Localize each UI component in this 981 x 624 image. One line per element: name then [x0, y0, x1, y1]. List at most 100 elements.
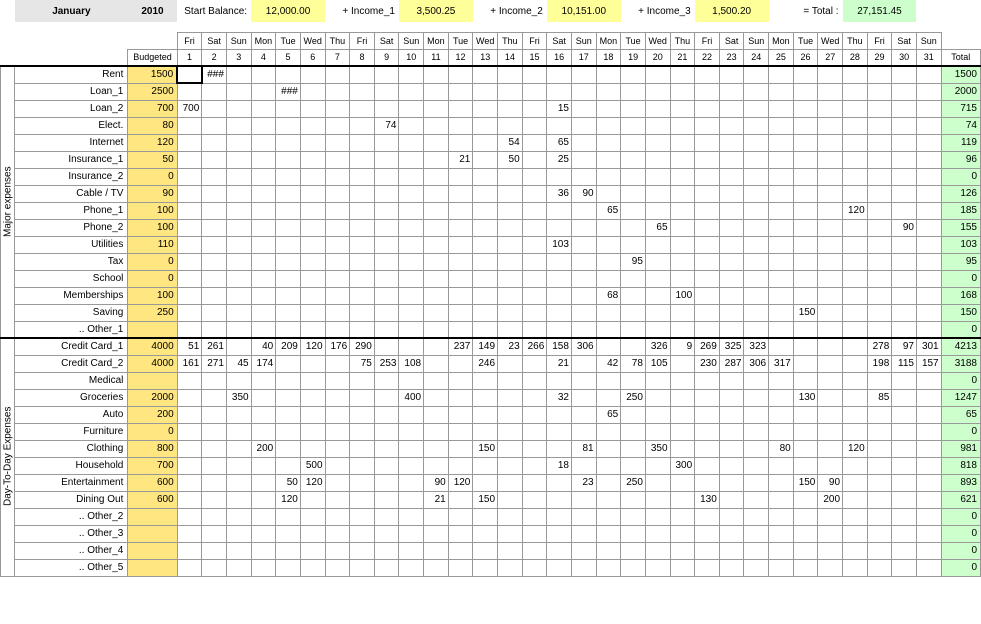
day-cell[interactable]	[374, 440, 399, 457]
day-cell[interactable]	[226, 423, 251, 440]
day-cell[interactable]	[645, 117, 670, 134]
day-cell[interactable]: 40	[251, 338, 276, 355]
day-cell[interactable]	[596, 372, 621, 389]
day-cell[interactable]	[202, 474, 227, 491]
day-cell[interactable]	[670, 134, 695, 151]
day-cell[interactable]	[719, 219, 744, 236]
day-cell[interactable]	[596, 457, 621, 474]
day-cell[interactable]	[177, 559, 202, 576]
day-cell[interactable]	[621, 202, 646, 219]
day-cell[interactable]	[374, 338, 399, 355]
day-cell[interactable]	[719, 253, 744, 270]
income3-value[interactable]: 1,500.20	[695, 0, 769, 22]
day-cell[interactable]	[276, 134, 301, 151]
day-cell[interactable]	[843, 304, 868, 321]
day-cell[interactable]	[374, 151, 399, 168]
day-cell[interactable]	[547, 491, 572, 508]
day-cell[interactable]	[473, 168, 498, 185]
day-cell[interactable]	[793, 219, 818, 236]
day-cell[interactable]	[498, 474, 523, 491]
day-cell[interactable]	[498, 491, 523, 508]
day-cell[interactable]	[424, 338, 449, 355]
day-cell[interactable]	[300, 355, 325, 372]
day-cell[interactable]: 209	[276, 338, 301, 355]
day-cell[interactable]	[769, 321, 794, 338]
day-cell[interactable]	[818, 287, 843, 304]
day-cell[interactable]	[473, 83, 498, 100]
day-cell[interactable]	[818, 168, 843, 185]
day-cell[interactable]	[867, 440, 892, 457]
day-cell[interactable]	[300, 134, 325, 151]
day-cell[interactable]	[744, 117, 769, 134]
day-cell[interactable]	[892, 474, 917, 491]
day-cell[interactable]	[202, 406, 227, 423]
day-cell[interactable]	[325, 559, 350, 576]
day-cell[interactable]	[226, 440, 251, 457]
day-cell[interactable]	[892, 389, 917, 406]
day-cell[interactable]	[448, 66, 473, 83]
day-cell[interactable]	[695, 525, 720, 542]
day-cell[interactable]	[769, 270, 794, 287]
day-cell[interactable]: 261	[202, 338, 227, 355]
budgeted-cell[interactable]: 600	[128, 491, 177, 508]
day-cell[interactable]	[843, 372, 868, 389]
day-cell[interactable]	[251, 253, 276, 270]
day-cell[interactable]	[473, 406, 498, 423]
day-cell[interactable]	[769, 83, 794, 100]
day-cell[interactable]	[867, 202, 892, 219]
day-cell[interactable]	[522, 236, 547, 253]
day-cell[interactable]	[719, 185, 744, 202]
day-cell[interactable]	[399, 440, 424, 457]
day-cell[interactable]	[769, 542, 794, 559]
day-cell[interactable]	[448, 134, 473, 151]
day-cell[interactable]	[202, 185, 227, 202]
day-cell[interactable]	[522, 287, 547, 304]
day-cell[interactable]	[818, 202, 843, 219]
day-cell[interactable]	[744, 491, 769, 508]
day-cell[interactable]	[547, 287, 572, 304]
day-cell[interactable]	[596, 151, 621, 168]
day-cell[interactable]	[498, 559, 523, 576]
day-cell[interactable]	[892, 117, 917, 134]
day-cell[interactable]	[448, 406, 473, 423]
day-cell[interactable]	[769, 338, 794, 355]
day-cell[interactable]	[424, 457, 449, 474]
day-cell[interactable]	[843, 474, 868, 491]
day-cell[interactable]	[424, 219, 449, 236]
day-cell[interactable]	[350, 304, 375, 321]
day-cell[interactable]	[498, 372, 523, 389]
day-cell[interactable]: 65	[596, 406, 621, 423]
day-cell[interactable]: 120	[843, 440, 868, 457]
day-cell[interactable]	[769, 66, 794, 83]
income2-value[interactable]: 10,151.00	[547, 0, 621, 22]
day-cell[interactable]	[424, 270, 449, 287]
day-cell[interactable]	[399, 168, 424, 185]
day-cell[interactable]	[202, 440, 227, 457]
budgeted-cell[interactable]: 0	[128, 253, 177, 270]
day-cell[interactable]	[350, 185, 375, 202]
day-cell[interactable]	[719, 406, 744, 423]
day-cell[interactable]	[867, 508, 892, 525]
day-cell[interactable]	[621, 508, 646, 525]
day-cell[interactable]	[719, 100, 744, 117]
day-cell[interactable]	[793, 270, 818, 287]
day-cell[interactable]	[448, 355, 473, 372]
day-cell[interactable]	[695, 508, 720, 525]
day-cell[interactable]	[793, 117, 818, 134]
day-cell[interactable]	[916, 117, 941, 134]
day-cell[interactable]	[596, 474, 621, 491]
day-cell[interactable]	[719, 372, 744, 389]
day-cell[interactable]	[300, 525, 325, 542]
day-cell[interactable]: 301	[916, 338, 941, 355]
day-cell[interactable]	[793, 525, 818, 542]
day-cell[interactable]	[547, 559, 572, 576]
budgeted-cell[interactable]	[128, 372, 177, 389]
day-cell[interactable]	[867, 151, 892, 168]
day-cell[interactable]	[695, 372, 720, 389]
day-cell[interactable]	[645, 525, 670, 542]
day-cell[interactable]	[867, 168, 892, 185]
day-cell[interactable]	[350, 372, 375, 389]
day-cell[interactable]	[226, 168, 251, 185]
budgeted-cell[interactable]: 110	[128, 236, 177, 253]
day-cell[interactable]	[867, 253, 892, 270]
